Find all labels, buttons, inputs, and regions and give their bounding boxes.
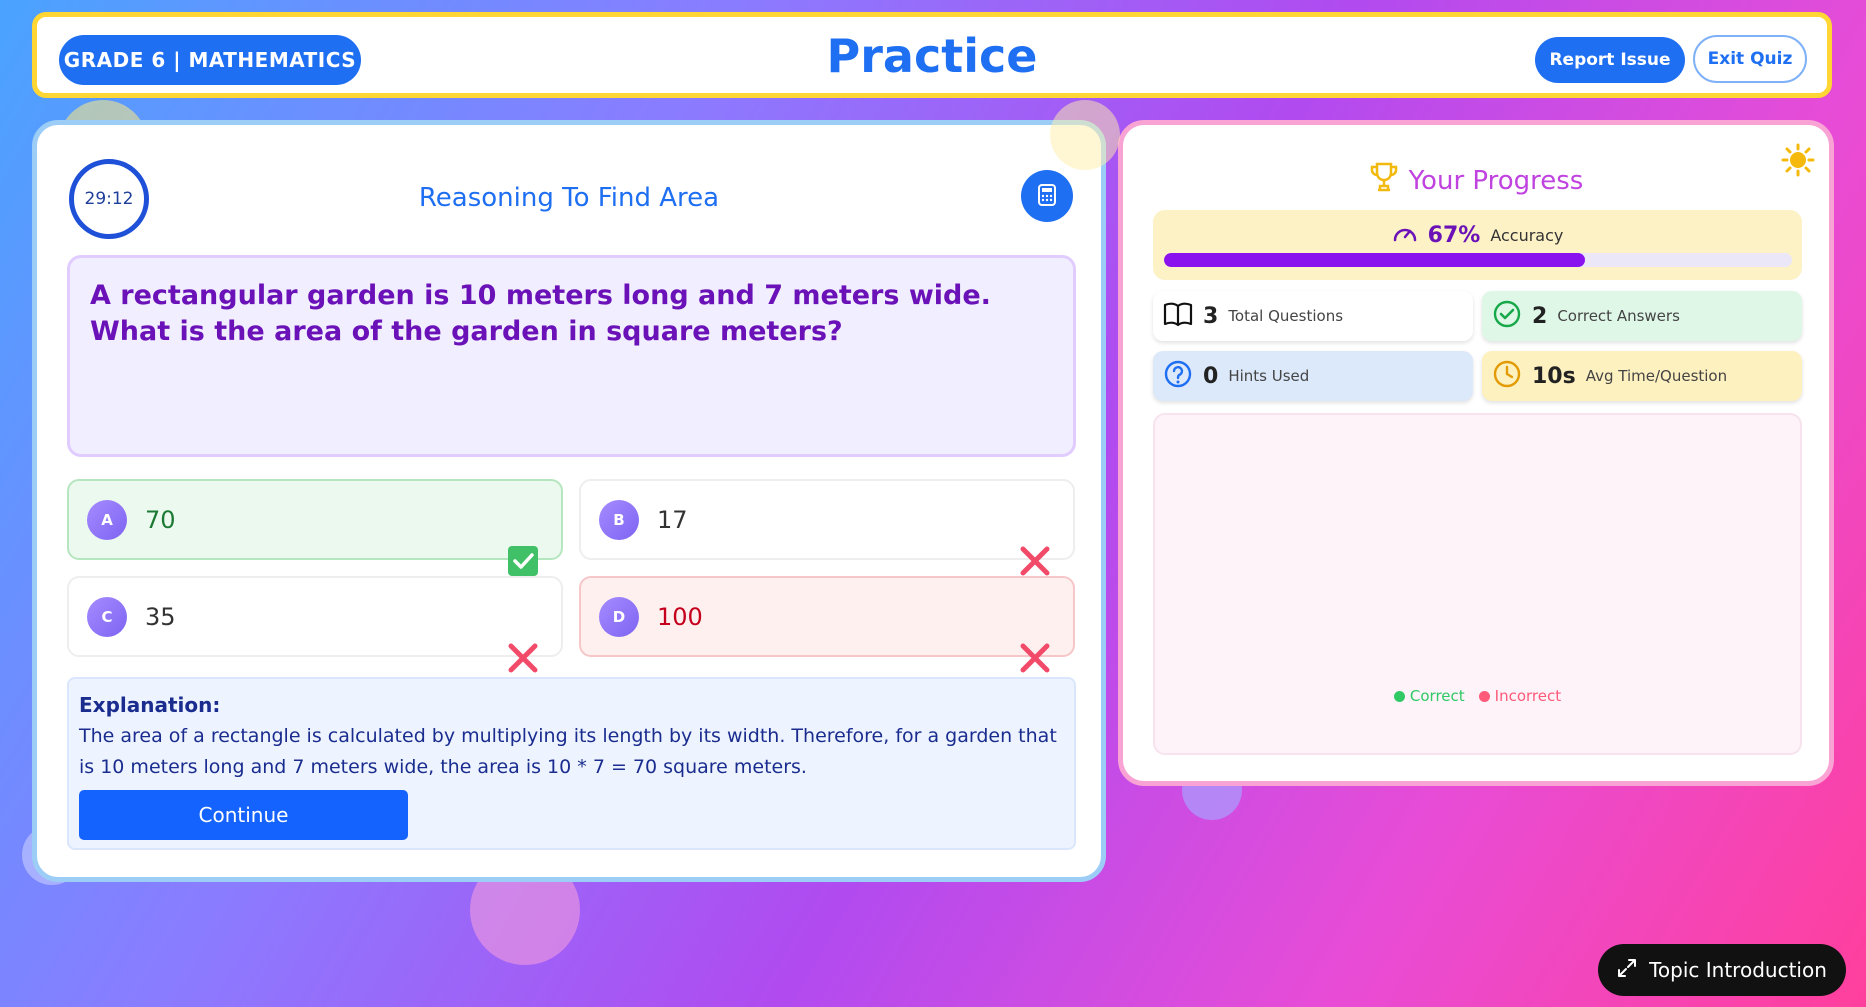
- topic-introduction-button[interactable]: Topic Introduction: [1598, 944, 1846, 996]
- top-header: GRADE 6 | MATHEMATICS Practice Report Is…: [32, 12, 1832, 98]
- accuracy-bar: [1164, 253, 1792, 267]
- option-letter: B: [599, 499, 639, 540]
- report-issue-button[interactable]: Report Issue: [1535, 37, 1685, 83]
- check-circle-icon: [1492, 299, 1522, 333]
- stat-correct-answers: 2 Correct Answers: [1482, 291, 1802, 341]
- trophy-icon: [1369, 161, 1399, 200]
- stat-total-questions: 3 Total Questions: [1153, 291, 1473, 341]
- option-letter: D: [599, 596, 639, 637]
- stat-value: 10s: [1532, 363, 1576, 389]
- explanation-title: Explanation:: [79, 693, 221, 717]
- option-d[interactable]: D 100: [579, 576, 1075, 657]
- progress-title: Your Progress: [1408, 165, 1584, 196]
- stat-avg-time: 10s Avg Time/Question: [1482, 351, 1802, 401]
- calculator-button[interactable]: [1021, 170, 1073, 222]
- topic-introduction-label: Topic Introduction: [1649, 958, 1827, 982]
- accuracy-panel: 67% Accuracy: [1153, 210, 1802, 280]
- x-icon: [1019, 545, 1051, 577]
- legend-incorrect: Incorrect: [1478, 687, 1562, 705]
- stat-value: 2: [1532, 303, 1548, 329]
- stat-label: Correct Answers: [1557, 307, 1680, 325]
- stat-label: Hints Used: [1228, 367, 1310, 385]
- continue-button[interactable]: Continue: [79, 790, 408, 840]
- accuracy-label: Accuracy: [1490, 225, 1564, 245]
- exit-quiz-button[interactable]: Exit Quiz: [1693, 35, 1807, 83]
- progress-header: Your Progress: [1123, 161, 1829, 200]
- gauge-icon: [1392, 222, 1418, 248]
- option-c[interactable]: C 35: [67, 576, 563, 657]
- option-text: 100: [657, 602, 703, 631]
- stat-hints-used: 0 Hints Used: [1153, 351, 1473, 401]
- x-icon: [507, 642, 539, 674]
- book-icon: [1163, 301, 1193, 331]
- option-letter: A: [87, 499, 127, 540]
- legend-correct: Correct: [1393, 687, 1465, 705]
- explanation-box: Explanation: The area of a rectangle is …: [67, 677, 1076, 850]
- stat-label: Avg Time/Question: [1585, 367, 1728, 385]
- expand-icon: [1617, 958, 1637, 983]
- option-letter: C: [87, 596, 127, 637]
- clock-icon: [1492, 359, 1522, 393]
- quiz-card: 29:12 Reasoning To Find Area A rectangul…: [32, 120, 1106, 882]
- sun-icon: [1781, 143, 1815, 181]
- option-text: 35: [145, 602, 176, 631]
- stat-label: Total Questions: [1228, 307, 1344, 325]
- legend-correct-label: Correct: [1409, 687, 1465, 705]
- option-text: 70: [145, 505, 176, 534]
- quiz-title: Reasoning To Find Area: [418, 183, 720, 213]
- question-circle-icon: [1163, 359, 1193, 393]
- stat-value: 3: [1203, 303, 1219, 329]
- accuracy-value: 67%: [1427, 222, 1481, 248]
- x-icon: [1019, 642, 1051, 674]
- progress-card: Your Progress 67% Accuracy 3 Total Quest…: [1118, 120, 1834, 786]
- option-b[interactable]: B 17: [579, 479, 1075, 560]
- accuracy-bar-fill: [1164, 253, 1585, 267]
- results-chart: Correct Incorrect: [1153, 413, 1802, 755]
- option-text: 17: [657, 505, 688, 534]
- calculator-icon: [1037, 183, 1057, 209]
- option-a[interactable]: A 70: [67, 479, 563, 560]
- question-text: A rectangular garden is 10 meters long a…: [90, 280, 991, 347]
- explanation-text: The area of a rectangle is calculated by…: [79, 725, 1057, 778]
- chart-legend: Correct Incorrect: [1155, 687, 1800, 705]
- check-box-icon: [507, 545, 539, 577]
- stat-value: 0: [1203, 363, 1219, 389]
- question-box: A rectangular garden is 10 meters long a…: [67, 255, 1076, 457]
- legend-incorrect-label: Incorrect: [1494, 687, 1562, 705]
